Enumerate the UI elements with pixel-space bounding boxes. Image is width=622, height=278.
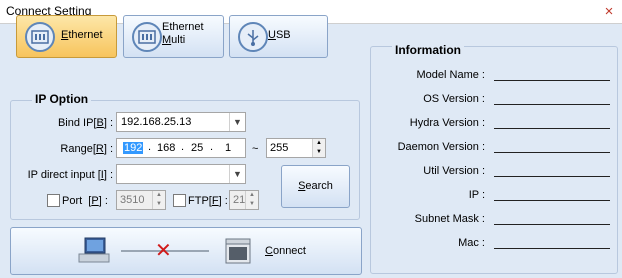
spin-up-icon[interactable]: ▲: [152, 191, 165, 200]
information-title: Information: [392, 43, 464, 57]
info-label: IP :: [468, 189, 485, 201]
connect-button[interactable]: ✕ Connect: [10, 227, 362, 275]
info-value-line: [494, 176, 610, 177]
info-value-line: [494, 200, 610, 201]
port-label: Port [P] :: [62, 195, 108, 207]
tab-ethernet-multi[interactable]: Ethernet Multi: [123, 15, 224, 58]
ethernet-icon: [25, 22, 55, 52]
octet-separator: .: [181, 141, 185, 153]
bind-ip-label: Bind IP[B] :: [57, 117, 113, 129]
ip-option-title: IP Option: [32, 92, 92, 106]
chevron-down-icon[interactable]: ▼: [229, 113, 245, 131]
close-icon[interactable]: ×: [596, 0, 622, 24]
usb-icon: [238, 22, 268, 52]
spin-up-icon[interactable]: ▲: [312, 139, 325, 148]
info-row-mac: Mac :: [370, 237, 618, 251]
info-row-model-name: Model Name :: [370, 69, 618, 83]
info-label: Hydra Version :: [409, 117, 485, 129]
port-checkbox[interactable]: [47, 194, 60, 207]
range-label: Range[R] :: [60, 143, 113, 155]
info-row-hydra-version: Hydra Version :: [370, 117, 618, 131]
info-label: Mac :: [458, 237, 485, 249]
spin-down-icon[interactable]: ▼: [152, 200, 165, 209]
range-octet-3[interactable]: 25: [191, 142, 203, 154]
tab-ethernet-label: Ethernet: [61, 29, 103, 41]
info-value-line: [494, 128, 610, 129]
octet-separator: .: [210, 141, 214, 153]
range-end-spinner[interactable]: 255 ▲ ▼: [266, 138, 326, 158]
bind-ip-value: 192.168.25.13: [121, 116, 192, 128]
search-button[interactable]: Search: [281, 165, 350, 208]
range-octet-2[interactable]: 168: [157, 142, 175, 154]
info-label: Daemon Version :: [397, 141, 485, 153]
info-value-line: [494, 80, 610, 81]
ftp-label: FTP[F] :: [188, 195, 228, 207]
info-label: Subnet Mask :: [414, 213, 485, 225]
port-value: 3510: [120, 194, 145, 206]
ethernet-multi-icon: [132, 22, 162, 52]
ip-direct-combo[interactable]: ▼: [116, 164, 246, 184]
port-spinner[interactable]: 3510 ▲ ▼: [116, 190, 166, 210]
info-label: Model Name :: [416, 69, 485, 81]
disconnected-icon: ✕: [155, 240, 172, 262]
spin-down-icon[interactable]: ▼: [312, 148, 325, 157]
chevron-down-icon[interactable]: ▼: [229, 165, 245, 183]
range-ip-box[interactable]: 192 . 168 . 25 . 1: [116, 138, 246, 158]
info-row-ip: IP :: [370, 189, 618, 203]
ip-direct-label: IP direct input [I] :: [27, 169, 113, 181]
computer-icon: [78, 237, 110, 263]
ftp-spinner[interactable]: 21 ▲ ▼: [229, 190, 259, 210]
ftp-value: 21: [233, 194, 246, 206]
info-row-util-version: Util Version :: [370, 165, 618, 179]
info-value-line: [494, 224, 610, 225]
tab-usb[interactable]: USB: [229, 15, 328, 58]
range-end-value: 255: [270, 142, 289, 154]
octet-separator: .: [148, 141, 152, 153]
info-value-line: [494, 248, 610, 249]
range-octet-4[interactable]: 1: [225, 142, 231, 154]
info-value-line: [494, 152, 610, 153]
spin-up-icon[interactable]: ▲: [245, 191, 258, 200]
tab-usb-label: USB: [268, 29, 291, 41]
info-row-os-version: OS Version :: [370, 93, 618, 107]
range-tilde: ~: [252, 143, 259, 155]
info-value-line: [494, 104, 610, 105]
info-label: Util Version :: [423, 165, 485, 177]
spin-down-icon[interactable]: ▼: [245, 200, 258, 209]
bind-ip-combo[interactable]: 192.168.25.13 ▼: [116, 112, 246, 132]
tab-ethernet[interactable]: Ethernet: [16, 15, 117, 58]
server-icon: [225, 238, 251, 264]
tab-ethernet-multi-label: Ethernet Multi: [162, 21, 204, 46]
ftp-checkbox[interactable]: [173, 194, 186, 207]
connect-label: Connect: [265, 245, 306, 257]
info-label: OS Version :: [423, 93, 485, 105]
info-row-subnet-mask: Subnet Mask :: [370, 213, 618, 227]
range-octet-1[interactable]: 192: [123, 142, 144, 154]
info-row-daemon-version: Daemon Version :: [370, 141, 618, 155]
